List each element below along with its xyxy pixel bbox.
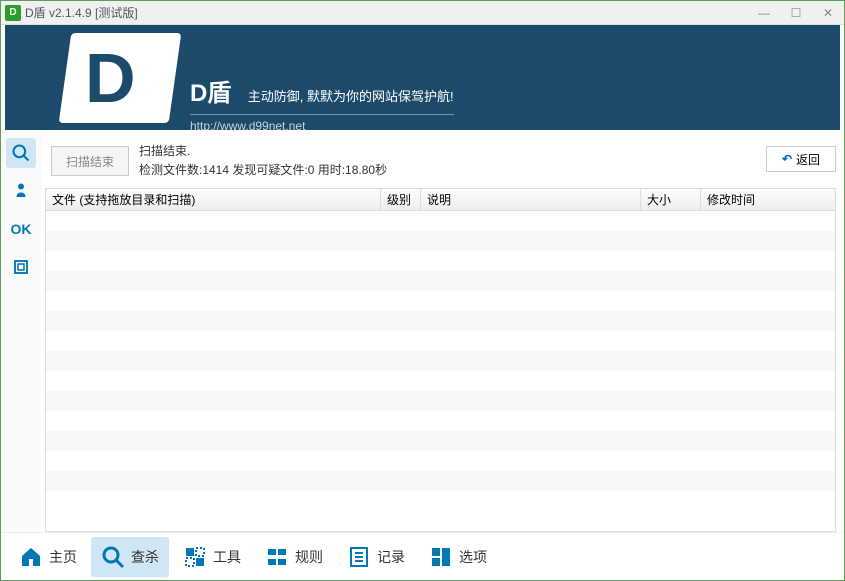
- table-row: [46, 391, 835, 411]
- search-icon: [101, 545, 125, 569]
- col-level[interactable]: 级别: [381, 189, 421, 210]
- status-text: 扫描结束. 检测文件数:1414 发现可疑文件:0 用时:18.80秒: [139, 140, 756, 180]
- return-label: 返回: [796, 151, 820, 168]
- sidebar-scan-icon[interactable]: [6, 138, 36, 168]
- table-row: [46, 311, 835, 331]
- window-title: D盾 v2.1.4.9 [测试版]: [25, 4, 752, 21]
- main-area: OK 扫描结束 扫描结束. 检测文件数:1414 发现可疑文件:0 用时:18.…: [1, 130, 844, 532]
- col-desc[interactable]: 说明: [421, 189, 641, 210]
- banner: D盾 主动防御, 默默为你的网站保驾护航! http://www.d99net.…: [5, 25, 840, 130]
- bottom-tabs: 主页 查杀 工具 规则 记录 选项: [1, 532, 844, 580]
- col-time[interactable]: 修改时间: [701, 189, 835, 210]
- app-icon: D: [5, 5, 21, 21]
- records-icon: [347, 545, 371, 569]
- table-header: 文件 (支持拖放目录和扫描) 级别 说明 大小 修改时间: [46, 189, 835, 211]
- tab-tools-label: 工具: [213, 547, 241, 567]
- tab-tools[interactable]: 工具: [173, 537, 251, 577]
- titlebar: D D盾 v2.1.4.9 [测试版] — ☐ ✕: [1, 1, 844, 25]
- tab-records[interactable]: 记录: [337, 537, 415, 577]
- options-icon: [429, 545, 453, 569]
- tab-scan-label: 查杀: [131, 547, 159, 567]
- sidebar: OK: [1, 130, 41, 532]
- table-row: [46, 291, 835, 311]
- sidebar-ok-icon[interactable]: OK: [6, 214, 36, 244]
- table-body: [46, 211, 835, 511]
- table-row: [46, 411, 835, 431]
- tab-scan[interactable]: 查杀: [91, 537, 169, 577]
- tab-options[interactable]: 选项: [419, 537, 497, 577]
- tools-icon: [183, 545, 207, 569]
- status-line2: 检测文件数:1414 发现可疑文件:0 用时:18.80秒: [139, 161, 756, 180]
- return-button[interactable]: ↶ 返回: [766, 146, 836, 172]
- col-size[interactable]: 大小: [641, 189, 701, 210]
- rules-icon: [265, 545, 289, 569]
- table-row: [46, 271, 835, 291]
- maximize-button[interactable]: ☐: [784, 5, 808, 21]
- minimize-button[interactable]: —: [752, 5, 776, 21]
- undo-icon: ↶: [782, 152, 792, 166]
- banner-tagline: 主动防御, 默默为你的网站保驾护航!: [248, 86, 454, 105]
- table-row: [46, 431, 835, 451]
- table-row: [46, 251, 835, 271]
- status-line1: 扫描结束.: [139, 142, 756, 161]
- sidebar-monitor-icon[interactable]: [6, 176, 36, 206]
- tab-options-label: 选项: [459, 547, 487, 567]
- table-row: [46, 211, 835, 231]
- banner-app-name: D盾: [190, 73, 231, 108]
- content: 扫描结束 扫描结束. 检测文件数:1414 发现可疑文件:0 用时:18.80秒…: [41, 130, 844, 532]
- scan-end-button: 扫描结束: [51, 146, 129, 176]
- table-row: [46, 491, 835, 511]
- tab-rules-label: 规则: [295, 547, 323, 567]
- top-controls: 扫描结束 扫描结束. 检测文件数:1414 发现可疑文件:0 用时:18.80秒…: [45, 136, 836, 188]
- sidebar-log-icon[interactable]: [6, 252, 36, 282]
- table-row: [46, 371, 835, 391]
- ok-label: OK: [11, 221, 32, 237]
- close-button[interactable]: ✕: [816, 5, 840, 21]
- logo: [25, 25, 185, 130]
- banner-url: http://www.d99net.net: [190, 114, 454, 130]
- table-row: [46, 471, 835, 491]
- tab-home-label: 主页: [49, 547, 77, 567]
- home-icon: [19, 545, 43, 569]
- tab-rules[interactable]: 规则: [255, 537, 333, 577]
- tab-home[interactable]: 主页: [9, 537, 87, 577]
- window-buttons: — ☐ ✕: [752, 5, 840, 21]
- tab-records-label: 记录: [377, 547, 405, 567]
- col-file[interactable]: 文件 (支持拖放目录和扫描): [46, 189, 381, 210]
- table-row: [46, 451, 835, 471]
- table-row: [46, 331, 835, 351]
- table-row: [46, 351, 835, 371]
- results-table: 文件 (支持拖放目录和扫描) 级别 说明 大小 修改时间: [45, 188, 836, 532]
- table-row: [46, 231, 835, 251]
